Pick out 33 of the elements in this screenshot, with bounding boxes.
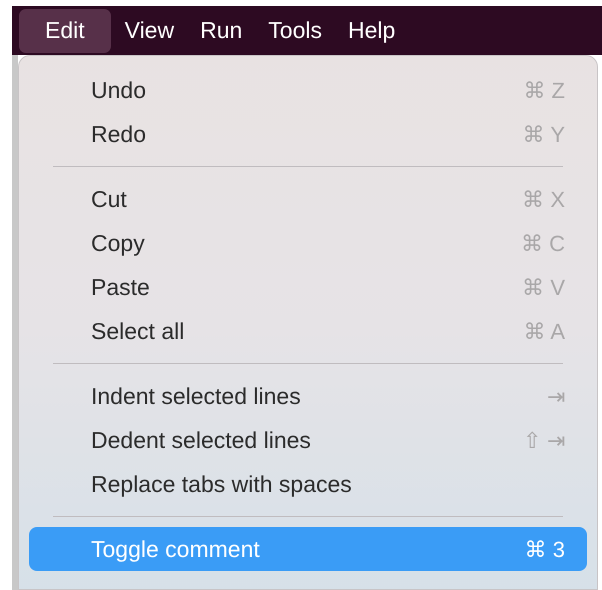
menu-item-label: Redo bbox=[91, 120, 146, 149]
shortcut: ⌘ A bbox=[523, 318, 565, 346]
menu-item-label: Toggle comment bbox=[91, 534, 260, 564]
menu-bar-item[interactable]: View bbox=[112, 8, 186, 52]
menu-item-label: Dedent selected lines bbox=[91, 426, 311, 455]
menu-item-label: Undo bbox=[91, 76, 146, 105]
shortcut: ⌘ 3 bbox=[524, 536, 565, 564]
menu-item[interactable]: Copy ⌘ C bbox=[29, 221, 587, 265]
menu-item-label: Copy bbox=[91, 228, 145, 258]
menu-item[interactable]: Redo ⌘ Y bbox=[29, 112, 587, 156]
menu-bar-item[interactable]: Run bbox=[188, 8, 254, 52]
menu-item[interactable]: Undo ⌘ Z bbox=[29, 68, 587, 112]
shortcut: ⌘ V bbox=[522, 274, 565, 302]
menu-item[interactable]: Paste ⌘ V bbox=[29, 265, 587, 309]
menu-item-label: Indent selected lines bbox=[91, 382, 301, 411]
menu-item-label: Cut bbox=[91, 184, 127, 214]
shortcut: ⌘ Z bbox=[523, 76, 565, 104]
menu-item-label: Replace tabs with spaces bbox=[91, 470, 352, 499]
shortcut: ⌘ C bbox=[521, 230, 565, 258]
menu-item[interactable]: Dedent selected lines ⇧ ⇥ bbox=[29, 418, 587, 462]
menu-bar-item[interactable]: Help bbox=[336, 8, 408, 52]
menu-item-label: Select all bbox=[91, 316, 184, 346]
menu-bar-item[interactable]: Tools bbox=[256, 8, 334, 52]
shortcut: ⇥ bbox=[547, 382, 565, 410]
menu-item-label: Paste bbox=[91, 272, 150, 302]
shortcut: ⌘ Y bbox=[522, 120, 565, 148]
menu-item[interactable]: Select all ⌘ A bbox=[29, 309, 587, 353]
shortcut: ⇧ ⇥ bbox=[522, 426, 565, 454]
menu-item[interactable]: Indent selected lines ⇥ bbox=[29, 374, 587, 418]
menu-bar-item[interactable]: Edit bbox=[19, 8, 111, 52]
shortcut: ⌘ X bbox=[522, 186, 565, 214]
menu-item[interactable]: Replace tabs with spaces bbox=[29, 462, 587, 506]
menu-item[interactable]: Cut ⌘ X bbox=[29, 177, 587, 221]
